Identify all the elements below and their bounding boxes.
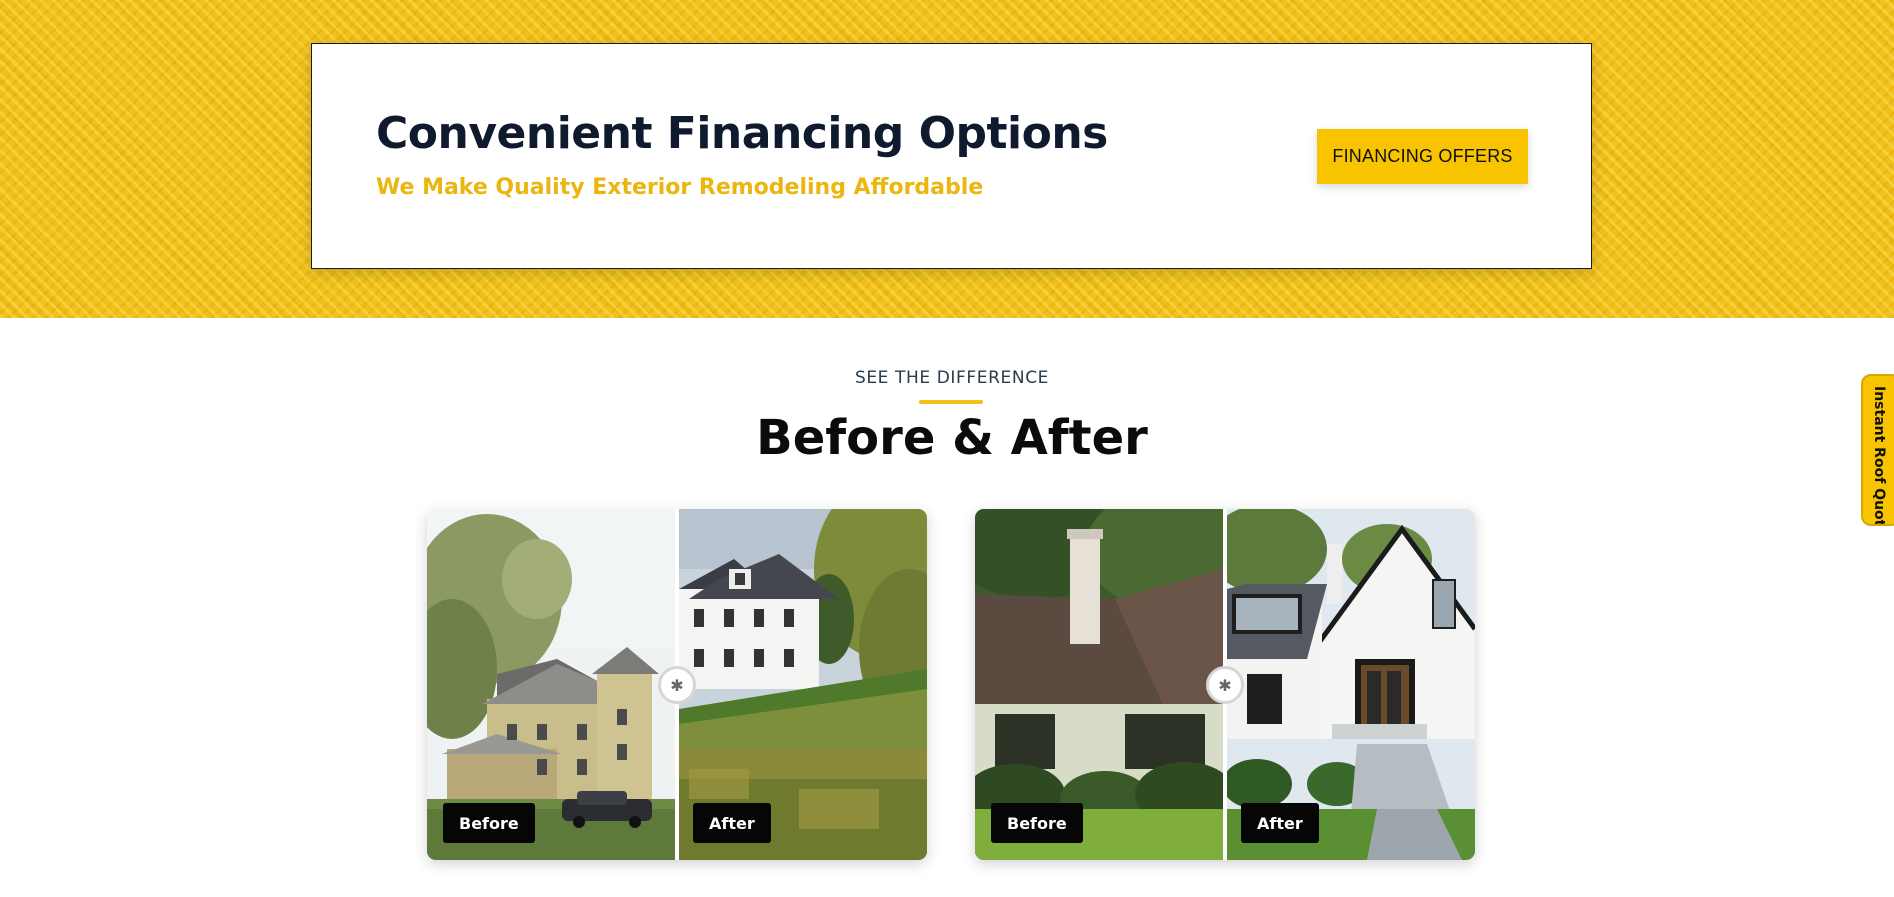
before-after-slider-1[interactable]: ✱ Before After — [427, 509, 927, 860]
before-label: Before — [443, 803, 535, 843]
financing-band: Convenient Financing Options We Make Qua… — [0, 0, 1894, 318]
slider-handle-icon[interactable]: ✱ — [658, 666, 696, 704]
after-label: After — [1241, 803, 1319, 843]
financing-offers-button[interactable]: FINANCING OFFERS — [1317, 129, 1528, 184]
financing-title: Convenient Financing Options — [376, 108, 1108, 159]
section-eyebrow: SEE THE DIFFERENCE — [854, 368, 1050, 388]
instant-roof-quote-tab[interactable]: Instant Roof Quote — [1861, 374, 1894, 526]
section-title: Before & After — [756, 410, 1148, 466]
before-label: Before — [991, 803, 1083, 843]
side-tab-label: Instant Roof Quote — [1871, 386, 1887, 526]
financing-card: Convenient Financing Options We Make Qua… — [311, 43, 1592, 269]
before-after-slider-2[interactable]: ✱ Before After — [975, 509, 1475, 860]
eyebrow-underline — [919, 400, 983, 404]
after-label: After — [693, 803, 771, 843]
financing-subtitle: We Make Quality Exterior Remodeling Affo… — [376, 175, 984, 200]
slider-handle-icon[interactable]: ✱ — [1206, 666, 1244, 704]
